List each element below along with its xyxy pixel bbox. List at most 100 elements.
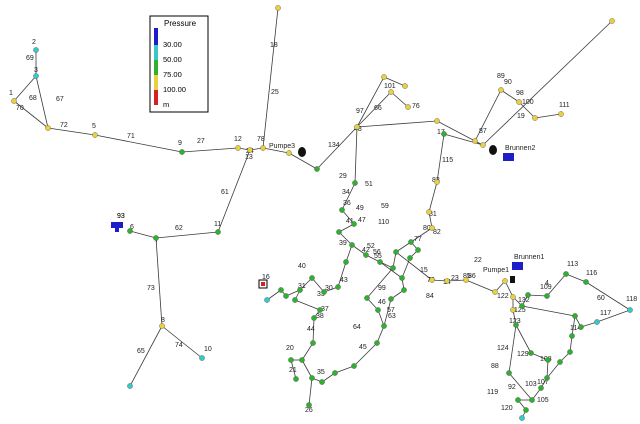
junction-node[interactable] (127, 383, 133, 389)
junction-node[interactable] (558, 111, 564, 117)
pipe-segment[interactable] (129, 230, 157, 239)
junction-node[interactable] (523, 407, 529, 413)
junction-node[interactable] (408, 239, 414, 245)
junction-node[interactable] (283, 293, 289, 299)
pipe-segment[interactable] (565, 273, 587, 283)
junction-node[interactable] (515, 397, 521, 403)
pipe-segment[interactable] (428, 181, 438, 213)
junction-node[interactable] (215, 229, 221, 235)
junction-node[interactable] (572, 313, 578, 319)
junction-node[interactable] (317, 307, 323, 313)
junction-node[interactable] (516, 99, 522, 105)
junction-node[interactable] (309, 275, 315, 281)
pipe-segment[interactable] (527, 294, 548, 297)
pipe-segment[interactable] (301, 342, 314, 361)
reservoir-brunnen1-icon[interactable] (512, 262, 523, 270)
junction-node[interactable] (426, 209, 432, 215)
junction-node[interactable] (381, 323, 387, 329)
junction-node[interactable] (321, 289, 327, 295)
junction-node[interactable] (153, 235, 159, 241)
junction-node[interactable] (45, 125, 51, 131)
junction-node[interactable] (159, 323, 165, 329)
junction-node[interactable] (480, 142, 486, 148)
junction-node[interactable] (525, 292, 531, 298)
junction-node[interactable] (545, 357, 551, 363)
junction-node[interactable] (498, 87, 504, 93)
junction-node[interactable] (127, 228, 133, 234)
pipe-segment[interactable] (94, 134, 183, 153)
junction-node[interactable] (354, 124, 360, 130)
junction-node[interactable] (375, 307, 381, 313)
reservoir-brunnen2-icon[interactable] (503, 153, 514, 161)
pipe-segment[interactable] (465, 279, 496, 293)
junction-node[interactable] (538, 385, 544, 391)
pipe-segment[interactable] (181, 147, 239, 153)
junction-node[interactable] (532, 115, 538, 121)
junction-node[interactable] (292, 297, 298, 303)
junction-node[interactable] (544, 293, 550, 299)
pipe-segment[interactable] (508, 324, 517, 374)
junction-node[interactable] (563, 271, 569, 277)
junction-node[interactable] (405, 104, 411, 110)
pipe-segment[interactable] (401, 257, 411, 279)
junction-node[interactable] (309, 375, 315, 381)
pump-3-icon[interactable] (298, 147, 306, 157)
junction-node[interactable] (388, 89, 394, 95)
junction-node[interactable] (179, 149, 185, 155)
junction-node[interactable] (92, 132, 98, 138)
junction-node[interactable] (434, 179, 440, 185)
junction-node[interactable] (199, 355, 205, 361)
junction-node[interactable] (33, 73, 39, 79)
junction-node[interactable] (306, 402, 312, 408)
junction-node[interactable] (33, 47, 39, 53)
junction-node[interactable] (363, 252, 369, 258)
junction-node[interactable] (510, 294, 516, 300)
junction-node[interactable] (444, 278, 450, 284)
junction-node[interactable] (311, 315, 317, 321)
junction-node[interactable] (247, 147, 253, 153)
junction-node[interactable] (339, 207, 345, 213)
junction-node[interactable] (492, 289, 498, 295)
junction-node[interactable] (567, 349, 573, 355)
pipe-segment[interactable] (585, 281, 631, 311)
junction-node[interactable] (377, 259, 383, 265)
pump-junction-icon[interactable] (489, 145, 497, 155)
junction-node[interactable] (472, 138, 478, 144)
junction-node[interactable] (399, 275, 405, 281)
junction-node[interactable] (393, 249, 399, 255)
pump-1-icon[interactable] (510, 276, 515, 283)
junction-node[interactable] (364, 295, 370, 301)
pipe-segment[interactable] (356, 76, 385, 128)
junction-node[interactable] (583, 279, 589, 285)
junction-node[interactable] (429, 277, 435, 283)
junction-node[interactable] (544, 375, 550, 381)
junction-node[interactable] (374, 340, 380, 346)
pipe-segment[interactable] (366, 267, 394, 299)
junction-node[interactable] (288, 357, 294, 363)
pipe-segment[interactable] (390, 91, 409, 108)
pipe-segment[interactable] (356, 120, 438, 128)
pipe-segment[interactable] (546, 361, 561, 379)
junction-node[interactable] (335, 284, 341, 290)
junction-node[interactable] (578, 324, 584, 330)
junction-node[interactable] (594, 319, 600, 325)
junction-node[interactable] (434, 118, 440, 124)
junction-node[interactable] (627, 307, 633, 313)
junction-node[interactable] (275, 5, 281, 11)
junction-node[interactable] (506, 370, 512, 376)
junction-node[interactable] (286, 150, 292, 156)
pipe-segment[interactable] (129, 325, 163, 387)
pipe-segment[interactable] (515, 324, 532, 354)
junction-node[interactable] (519, 415, 525, 421)
junction-node[interactable] (502, 278, 508, 284)
junction-node[interactable] (519, 303, 525, 309)
junction-node[interactable] (609, 18, 615, 24)
pipe-segment[interactable] (521, 305, 576, 317)
junction-node[interactable] (402, 83, 408, 89)
pipe-segment[interactable] (294, 299, 321, 311)
junction-node[interactable] (415, 247, 421, 253)
pipe-segment[interactable] (334, 365, 355, 374)
pipe-segment[interactable] (308, 377, 313, 406)
junction-node[interactable] (299, 357, 305, 363)
pipe-segment[interactable] (482, 20, 613, 146)
